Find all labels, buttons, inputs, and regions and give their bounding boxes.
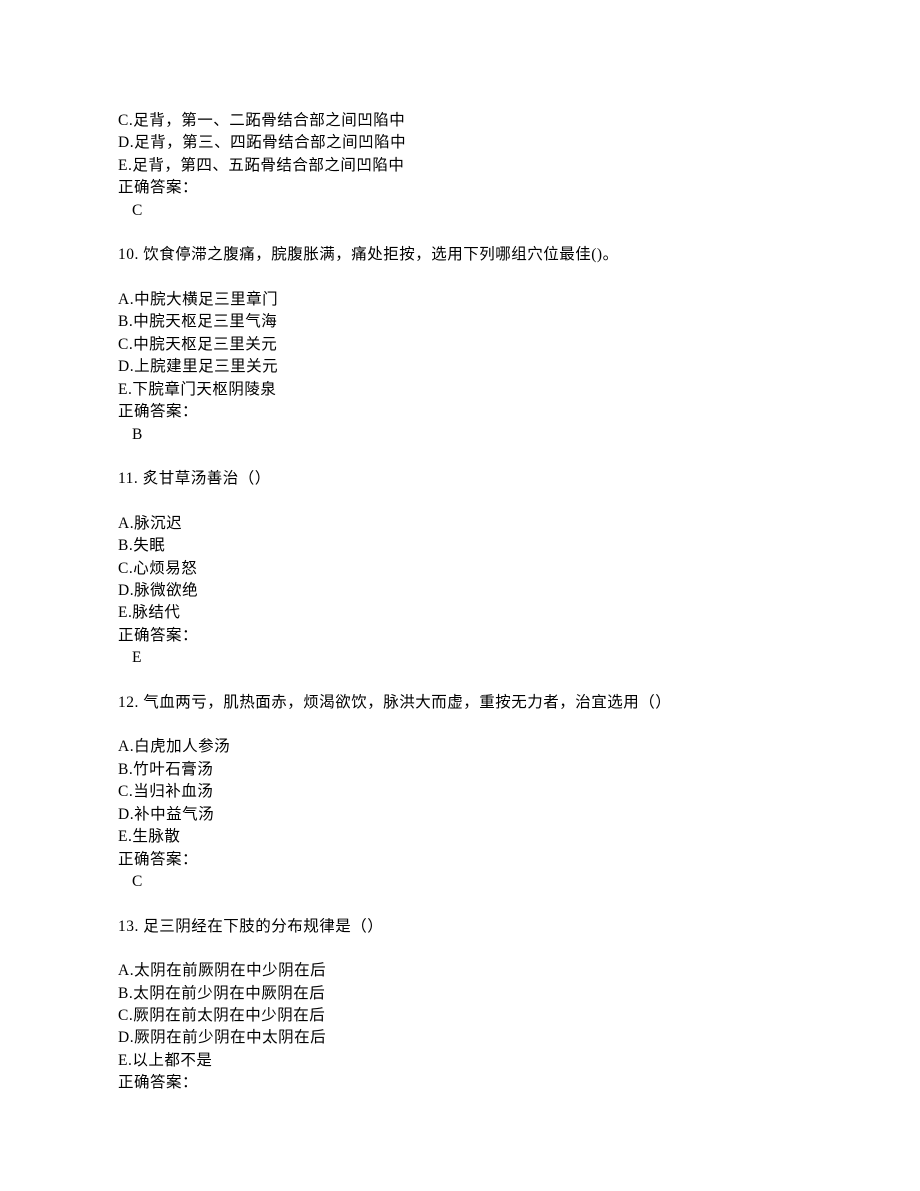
question-number: 10.: [118, 246, 139, 263]
question-number: 13.: [118, 918, 139, 935]
option-b: B.竹叶石膏汤: [118, 759, 802, 781]
option-d: D.补中益气汤: [118, 804, 802, 826]
question-stem: 13. 足三阴经在下肢的分布规律是（）: [118, 916, 802, 938]
option-e: E.生脉散: [118, 826, 802, 848]
option-d: D.脉微欲绝: [118, 580, 802, 602]
question-stem: 11. 炙甘草汤善治（）: [118, 468, 802, 490]
option-e: E.下脘章门天枢阴陵泉: [118, 379, 802, 401]
partial-question-block: C.足背，第一、二跖骨结合部之间凹陷中 D.足背，第三、四跖骨结合部之间凹陷中 …: [118, 110, 802, 222]
question-stem: 10. 饮食停滞之腹痛，脘腹胀满，痛处拒按，选用下列哪组穴位最佳()。: [118, 244, 802, 266]
answer-label: 正确答案：: [118, 625, 802, 647]
answer-label: 正确答案：: [118, 177, 802, 199]
option-b: B.失眠: [118, 535, 802, 557]
question-12-options: A.白虎加人参汤 B.竹叶石膏汤 C.当归补血汤 D.补中益气汤 E.生脉散 正…: [118, 736, 802, 893]
answer-label: 正确答案：: [118, 1072, 802, 1094]
question-11-options: A.脉沉迟 B.失眠 C.心烦易怒 D.脉微欲绝 E.脉结代 正确答案： E: [118, 513, 802, 670]
option-d: D.上脘建里足三里关元: [118, 356, 802, 378]
question-13: 13. 足三阴经在下肢的分布规律是（）: [118, 916, 802, 938]
option-b: B.太阴在前少阴在中厥阴在后: [118, 983, 802, 1005]
question-text: 足三阴经在下肢的分布规律是（）: [139, 918, 383, 935]
answer-value: B: [118, 424, 802, 446]
question-11: 11. 炙甘草汤善治（）: [118, 468, 802, 490]
question-10: 10. 饮食停滞之腹痛，脘腹胀满，痛处拒按，选用下列哪组穴位最佳()。: [118, 244, 802, 266]
answer-label: 正确答案：: [118, 849, 802, 871]
option-a: A.太阴在前厥阴在中少阴在后: [118, 960, 802, 982]
question-10-options: A.中脘大横足三里章门 B.中脘天枢足三里气海 C.中脘天枢足三里关元 D.上脘…: [118, 289, 802, 446]
answer-value: C: [118, 871, 802, 893]
option-a: A.中脘大横足三里章门: [118, 289, 802, 311]
option-c: C.厥阴在前太阴在中少阴在后: [118, 1005, 802, 1027]
question-13-options: A.太阴在前厥阴在中少阴在后 B.太阴在前少阴在中厥阴在后 C.厥阴在前太阴在中…: [118, 960, 802, 1095]
question-stem: 12. 气血两亏，肌热面赤，烦渴欲饮，脉洪大而虚，重按无力者，治宜选用（）: [118, 692, 802, 714]
option-c: C.当归补血汤: [118, 781, 802, 803]
option-b: B.中脘天枢足三里气海: [118, 311, 802, 333]
option-e: E.以上都不是: [118, 1050, 802, 1072]
question-12: 12. 气血两亏，肌热面赤，烦渴欲饮，脉洪大而虚，重按无力者，治宜选用（）: [118, 692, 802, 714]
question-text: 气血两亏，肌热面赤，烦渴欲饮，脉洪大而虚，重按无力者，治宜选用（）: [139, 694, 671, 711]
answer-label: 正确答案：: [118, 401, 802, 423]
option-a: A.白虎加人参汤: [118, 736, 802, 758]
option-d: D.足背，第三、四跖骨结合部之间凹陷中: [118, 132, 802, 154]
question-text: 炙甘草汤善治（）: [138, 470, 270, 487]
option-c: C.中脘天枢足三里关元: [118, 334, 802, 356]
option-c: C.心烦易怒: [118, 558, 802, 580]
question-number: 12.: [118, 694, 139, 711]
question-text: 饮食停滞之腹痛，脘腹胀满，痛处拒按，选用下列哪组穴位最佳()。: [139, 246, 619, 263]
answer-value: E: [118, 647, 802, 669]
question-number: 11.: [118, 470, 138, 487]
option-c: C.足背，第一、二跖骨结合部之间凹陷中: [118, 110, 802, 132]
option-e: E.足背，第四、五跖骨结合部之间凹陷中: [118, 155, 802, 177]
answer-value: C: [118, 200, 802, 222]
option-a: A.脉沉迟: [118, 513, 802, 535]
option-d: D.厥阴在前少阴在中太阴在后: [118, 1027, 802, 1049]
option-e: E.脉结代: [118, 602, 802, 624]
